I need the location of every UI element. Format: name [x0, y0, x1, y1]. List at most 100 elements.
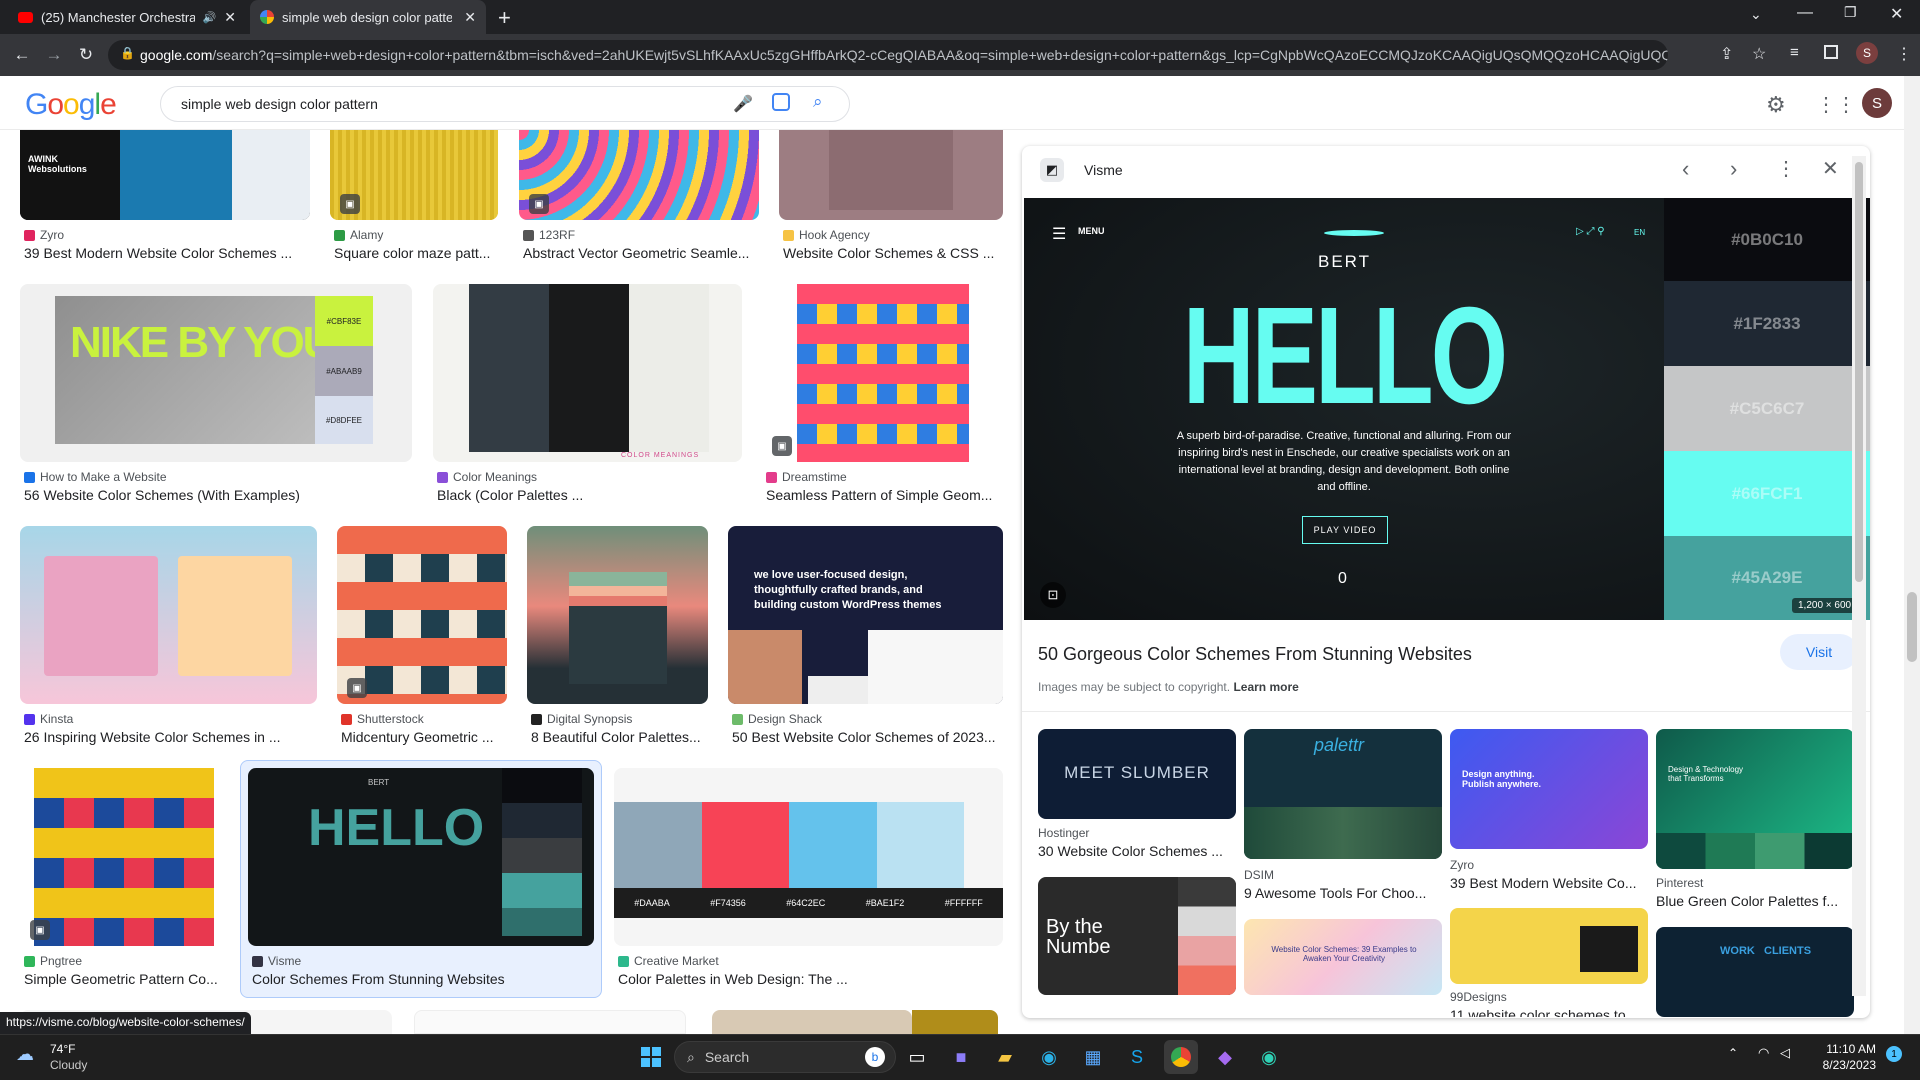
result-source[interactable]: Digital Synopsis: [531, 712, 632, 726]
lock-icon[interactable]: 🔒: [120, 46, 135, 60]
address-bar[interactable]: 🔒 google.com/search?q=simple+web+design+…: [108, 40, 1668, 70]
result-title[interactable]: Website Color Schemes & CSS ...: [783, 245, 1003, 261]
related-source[interactable]: Pinterest: [1656, 876, 1703, 890]
result-source[interactable]: Color Meanings: [437, 470, 537, 484]
close-tab-icon[interactable]: ✕: [224, 9, 236, 26]
side-panel-icon[interactable]: [1824, 45, 1838, 59]
close-tab-icon[interactable]: ✕: [464, 9, 476, 26]
more-options-icon[interactable]: ⋮: [1776, 156, 1796, 181]
weather-cloud-icon[interactable]: ☁: [16, 1044, 34, 1065]
reload-button[interactable]: ↻: [72, 41, 100, 69]
result-thumb-hook[interactable]: [779, 130, 1003, 220]
result-thumb-visme[interactable]: HELLO BERT: [248, 768, 594, 946]
lens-icon[interactable]: [772, 93, 790, 111]
tab-google-search[interactable]: simple web design color pattern ✕: [250, 0, 486, 34]
panel-source[interactable]: Visme: [1084, 162, 1123, 178]
volume-icon[interactable]: ◁: [1780, 1045, 1790, 1061]
result-source[interactable]: Pngtree: [24, 954, 82, 968]
skype-icon[interactable]: S: [1120, 1040, 1154, 1074]
related-thumb[interactable]: By the Numbe: [1038, 877, 1236, 995]
edge-dev-icon[interactable]: ◉: [1252, 1040, 1286, 1074]
search-input[interactable]: simple web design color pattern 🎤 ⌕: [160, 86, 850, 122]
weather-temp[interactable]: 74°F: [50, 1042, 75, 1056]
settings-gear-icon[interactable]: ⚙: [1766, 92, 1786, 118]
result-thumb-creativemarket[interactable]: #DAABA #F74356 #64C2EC #BAE1F2 #FFFFFF: [614, 768, 1003, 946]
related-source[interactable]: 99Designs: [1450, 990, 1507, 1004]
related-source[interactable]: Zyro: [1450, 858, 1474, 872]
result-title[interactable]: Simple Geometric Pattern Co...: [24, 971, 228, 987]
result-title[interactable]: Color Schemes From Stunning Websites: [252, 971, 594, 987]
result-source[interactable]: Alamy: [334, 228, 383, 242]
show-hidden-icons[interactable]: ⌃: [1728, 1046, 1738, 1060]
result-source[interactable]: How to Make a Website: [24, 470, 167, 484]
result-title[interactable]: 50 Best Website Color Schemes of 2023...: [732, 729, 1003, 745]
clock-time[interactable]: 11:10 AM: [1818, 1042, 1876, 1056]
tab-youtube[interactable]: (25) Manchester Orchestra - 🔊 ✕: [8, 0, 246, 34]
start-button[interactable]: [634, 1040, 668, 1074]
taskbar-search-box[interactable]: ⌕ Search b: [674, 1041, 896, 1073]
result-title[interactable]: Square color maze patt...: [334, 245, 502, 261]
result-title[interactable]: Midcentury Geometric ...: [341, 729, 507, 745]
result-thumb-partial[interactable]: [414, 1010, 686, 1034]
voice-search-icon[interactable]: 🎤: [733, 94, 753, 114]
back-button[interactable]: ←: [8, 41, 36, 69]
result-thumb-partial[interactable]: [912, 1010, 998, 1034]
result-source[interactable]: Shutterstock: [341, 712, 424, 726]
related-thumb[interactable]: MEET SLUMBER: [1038, 729, 1236, 819]
result-title[interactable]: 26 Inspiring Website Color Schemes in ..…: [24, 729, 317, 745]
result-thumb-kinsta[interactable]: [20, 526, 317, 704]
visit-button[interactable]: Visit: [1780, 634, 1858, 670]
related-thumb[interactable]: Website Color Schemes: 39 Examples to Aw…: [1244, 919, 1442, 995]
result-source[interactable]: Design Shack: [732, 712, 822, 726]
result-title[interactable]: 8 Beautiful Color Palettes...: [531, 729, 708, 745]
tab-search-icon[interactable]: ⌄: [1750, 6, 1762, 23]
result-source[interactable]: 123RF: [523, 228, 575, 242]
preview-image[interactable]: ☰ MENU BERT ▷ ⤢ ⚲ EN HELLO A superb bird…: [1024, 198, 1870, 620]
learn-more-link[interactable]: Learn more: [1233, 680, 1298, 694]
related-title[interactable]: 11 website color schemes to ...: [1450, 1007, 1648, 1017]
chrome-menu-icon[interactable]: ⋮: [1896, 44, 1912, 64]
result-source[interactable]: Hook Agency: [783, 228, 870, 242]
related-thumb[interactable]: Design anything. Publish anywhere.: [1450, 729, 1648, 849]
page-scrollbar[interactable]: [1904, 76, 1920, 1034]
previous-image-button[interactable]: ‹: [1682, 156, 1689, 182]
result-thumb-designshack[interactable]: we love user-focused design, thoughtfull…: [728, 526, 1003, 704]
minimize-button[interactable]: —: [1797, 4, 1813, 22]
apps-grid-icon[interactable]: ⋮⋮: [1816, 92, 1856, 117]
result-title[interactable]: Black (Color Palettes ...: [437, 487, 742, 503]
panel-scrollbar[interactable]: [1852, 156, 1866, 996]
search-icon[interactable]: ⌕: [813, 92, 823, 112]
result-title[interactable]: Seamless Pattern of Simple Geom...: [766, 487, 1003, 503]
result-source[interactable]: Dreamstime: [766, 470, 847, 484]
result-thumb-alamy[interactable]: ▣: [330, 130, 498, 220]
result-thumb-pngtree[interactable]: ▣: [20, 768, 228, 946]
forward-button[interactable]: →: [40, 41, 68, 69]
panel-title[interactable]: 50 Gorgeous Color Schemes From Stunning …: [1038, 644, 1472, 665]
result-title[interactable]: 56 Website Color Schemes (With Examples): [24, 487, 412, 503]
google-logo[interactable]: Google: [25, 88, 117, 122]
result-source[interactable]: Visme: [252, 954, 301, 968]
bookmark-star-icon[interactable]: ☆: [1752, 44, 1766, 64]
ms-store-icon[interactable]: ▦: [1076, 1040, 1110, 1074]
task-view-icon[interactable]: ▭: [900, 1040, 934, 1074]
related-title[interactable]: 9 Awesome Tools For Choo...: [1244, 885, 1442, 901]
related-thumb[interactable]: palettr: [1244, 729, 1442, 859]
result-thumb-zyro[interactable]: AWINK Websolutions: [20, 130, 310, 220]
result-thumb-digitalsynopsis[interactable]: [527, 526, 708, 704]
related-source[interactable]: Hostinger: [1038, 826, 1089, 840]
related-title[interactable]: Blue Green Color Palettes f...: [1656, 893, 1854, 909]
lens-search-icon[interactable]: ⊡: [1040, 582, 1066, 608]
related-source[interactable]: DSIM: [1244, 868, 1274, 882]
related-title[interactable]: 30 Website Color Schemes ...: [1038, 843, 1236, 859]
related-thumb[interactable]: WORK CLIENTS: [1656, 927, 1854, 1017]
close-window-button[interactable]: ✕: [1890, 4, 1903, 24]
result-thumb-123rf[interactable]: ▣: [519, 130, 759, 220]
close-panel-button[interactable]: ✕: [1822, 156, 1839, 181]
result-source[interactable]: Zyro: [24, 228, 64, 242]
google-account-avatar[interactable]: S: [1862, 88, 1892, 118]
next-image-button[interactable]: ›: [1730, 156, 1737, 182]
result-thumb-dreamstime[interactable]: ▣: [762, 284, 1003, 462]
audio-icon[interactable]: 🔊: [203, 11, 217, 24]
media-controls-icon[interactable]: ≡: [1790, 44, 1799, 61]
related-thumb[interactable]: Design & Technology that Transforms: [1656, 729, 1854, 869]
